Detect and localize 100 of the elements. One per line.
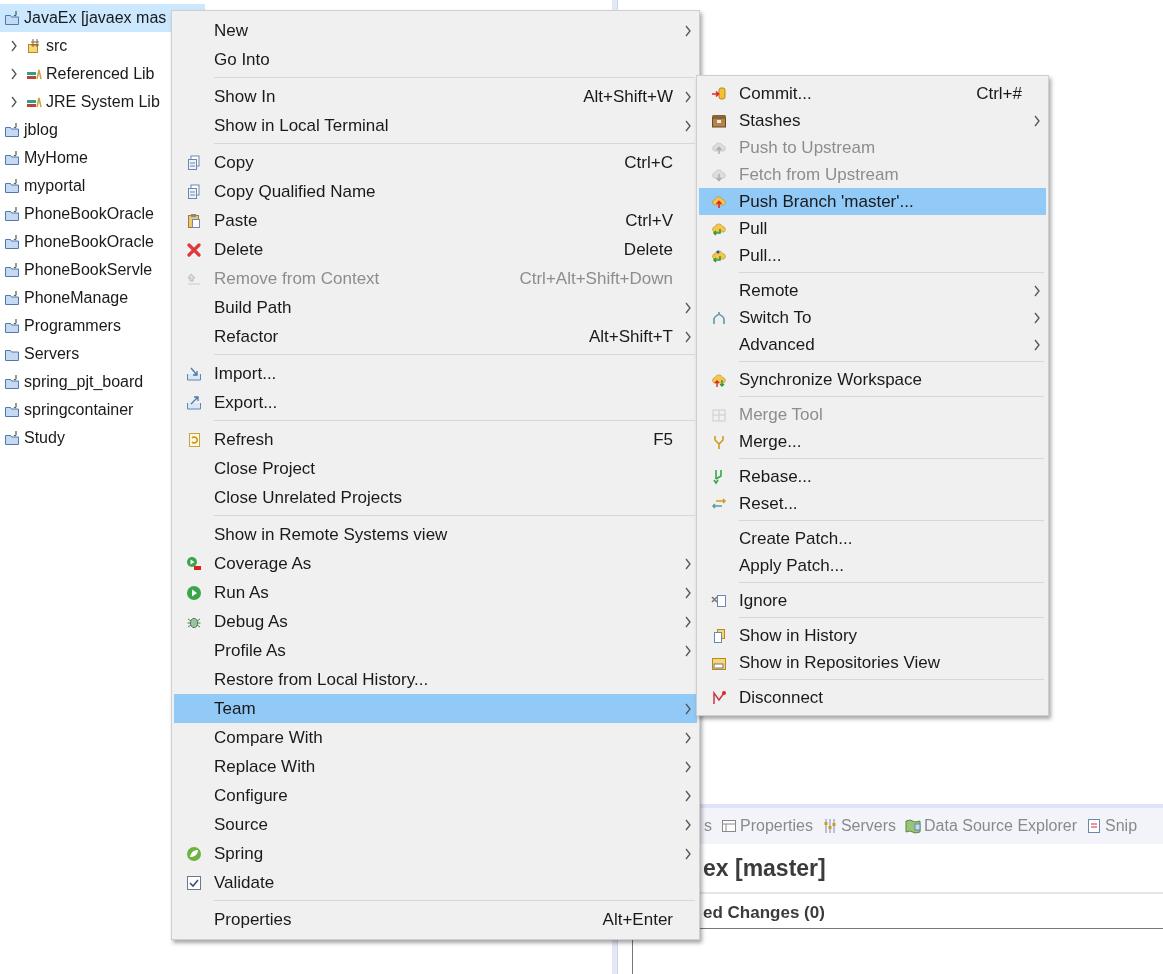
project-icon (4, 178, 20, 194)
cloud-up-icon (711, 193, 727, 210)
project-icon (4, 206, 20, 222)
menu-item[interactable]: Restore from Local History... (174, 665, 697, 694)
shortcut-label: Alt+Shift+W (583, 86, 673, 107)
chevron-icon (684, 731, 692, 744)
cloud-sync-icon (711, 371, 727, 388)
chevron-icon (684, 615, 692, 628)
menu-item[interactable]: Close Unrelated Projects (174, 483, 697, 512)
menu-item[interactable]: Reset... (699, 490, 1046, 517)
chevron-icon (684, 330, 692, 343)
menu-item[interactable]: Show in Repositories View (699, 649, 1046, 676)
menu-item[interactable]: Remote (699, 277, 1046, 304)
chevron-icon (10, 96, 18, 108)
cloud-down-icon (711, 166, 727, 183)
arrow-into-cylinder-icon (711, 85, 727, 102)
project-icon (4, 122, 20, 138)
leaf-icon (186, 845, 202, 862)
shortcut-label: F5 (653, 429, 673, 450)
ignore-file-icon (711, 592, 727, 609)
project-icon (4, 150, 20, 166)
map-icon (905, 818, 922, 834)
chevron-icon (684, 847, 692, 860)
shortcut-label: Ctrl+Alt+Shift+Down (519, 268, 673, 289)
cloud-up-icon (711, 139, 727, 156)
cross-icon (186, 241, 202, 258)
menu-item[interactable]: Stashes (699, 107, 1046, 134)
cloud-arrow-icon (711, 220, 727, 237)
shortcut-label: Ctrl+C (624, 152, 673, 173)
chevron-icon (684, 818, 692, 831)
menu-item[interactable]: Compare With (174, 723, 697, 752)
menu-item[interactable]: Run As (174, 578, 697, 607)
menu-item[interactable]: Commit... Ctrl+# (699, 80, 1046, 107)
tree-item[interactable]: PhoneBookOracle (0, 200, 205, 228)
chevron-icon (684, 24, 692, 37)
shortcut-label: Alt+Shift+T (588, 326, 673, 347)
clipboard-icon (186, 212, 202, 229)
project-icon (4, 430, 20, 446)
menu-item[interactable]: Team (174, 694, 697, 723)
merge-tool-icon (711, 406, 727, 423)
menu-item[interactable]: Switch To (699, 304, 1046, 331)
menu-item[interactable]: Rebase... (699, 463, 1046, 490)
chest-icon (711, 112, 727, 129)
menu-item[interactable]: Debug As (174, 607, 697, 636)
shortcut-label: Ctrl+# (976, 83, 1022, 104)
pages-icon (186, 183, 202, 200)
chevron-icon (684, 586, 692, 599)
cloud-question-icon (711, 247, 727, 264)
disconnect-icon (711, 689, 727, 706)
menu-item[interactable]: Disconnect (699, 684, 1046, 711)
menu-item[interactable]: Apply Patch... (699, 552, 1046, 579)
tray-arrow-icon (186, 394, 202, 411)
history-icon (711, 627, 727, 644)
menu-item[interactable]: Show in History (699, 622, 1046, 649)
menu-item[interactable]: Close Project (174, 454, 697, 483)
menu-item[interactable]: Profile As (174, 636, 697, 665)
shortcut-label: Delete (623, 239, 673, 260)
package-folder-icon (26, 38, 42, 54)
menu-item[interactable]: Replace With (174, 752, 697, 781)
menu-item[interactable]: Pull (699, 215, 1046, 242)
menu-item[interactable]: Source (174, 810, 697, 839)
menu-item[interactable]: Push Branch 'master'... (699, 188, 1046, 215)
project-icon (4, 374, 20, 390)
menu-item[interactable]: Advanced (699, 331, 1046, 358)
chevron-icon (684, 301, 692, 314)
menu-item[interactable]: Configure (174, 781, 697, 810)
chevron-icon (684, 557, 692, 570)
project-icon (4, 402, 20, 418)
chevron-icon (10, 40, 18, 52)
menu-item[interactable]: Coverage As (174, 549, 697, 578)
chevron-icon (1033, 311, 1041, 324)
tray-arrow-icon (186, 365, 202, 382)
chevron-icon (1033, 284, 1041, 297)
pages-icon (186, 154, 202, 171)
play-coverage-icon (186, 555, 202, 572)
chevron-icon (684, 760, 692, 773)
chevron-icon (684, 119, 692, 132)
chevron-icon (684, 789, 692, 802)
menu-item[interactable]: Merge... (699, 428, 1046, 455)
chevron-icon (1033, 114, 1041, 127)
project-icon (4, 234, 20, 250)
page-refresh-icon (186, 431, 202, 448)
tree-item[interactable]: Study (0, 424, 205, 452)
menu-item[interactable]: Synchronize Workspace (699, 366, 1046, 393)
chevron-icon (684, 702, 692, 715)
chevron-icon (10, 68, 18, 80)
branch-icon (711, 309, 727, 326)
snippet-icon (1086, 818, 1102, 834)
shortcut-label: Ctrl+V (625, 210, 673, 231)
menu-item[interactable]: Show in Remote Systems view (174, 520, 697, 549)
chevron-icon (684, 644, 692, 657)
play-icon (186, 584, 202, 601)
menu-item[interactable]: Pull... (699, 242, 1046, 269)
menu-item[interactable]: Ignore (699, 587, 1046, 614)
menu-item[interactable]: Create Patch... (699, 525, 1046, 552)
tree-item[interactable]: MyHome (0, 144, 205, 172)
project-icon (4, 290, 20, 306)
merge-icon (711, 433, 727, 450)
tree-item[interactable]: myportal (0, 172, 205, 200)
project-icon (4, 262, 20, 278)
